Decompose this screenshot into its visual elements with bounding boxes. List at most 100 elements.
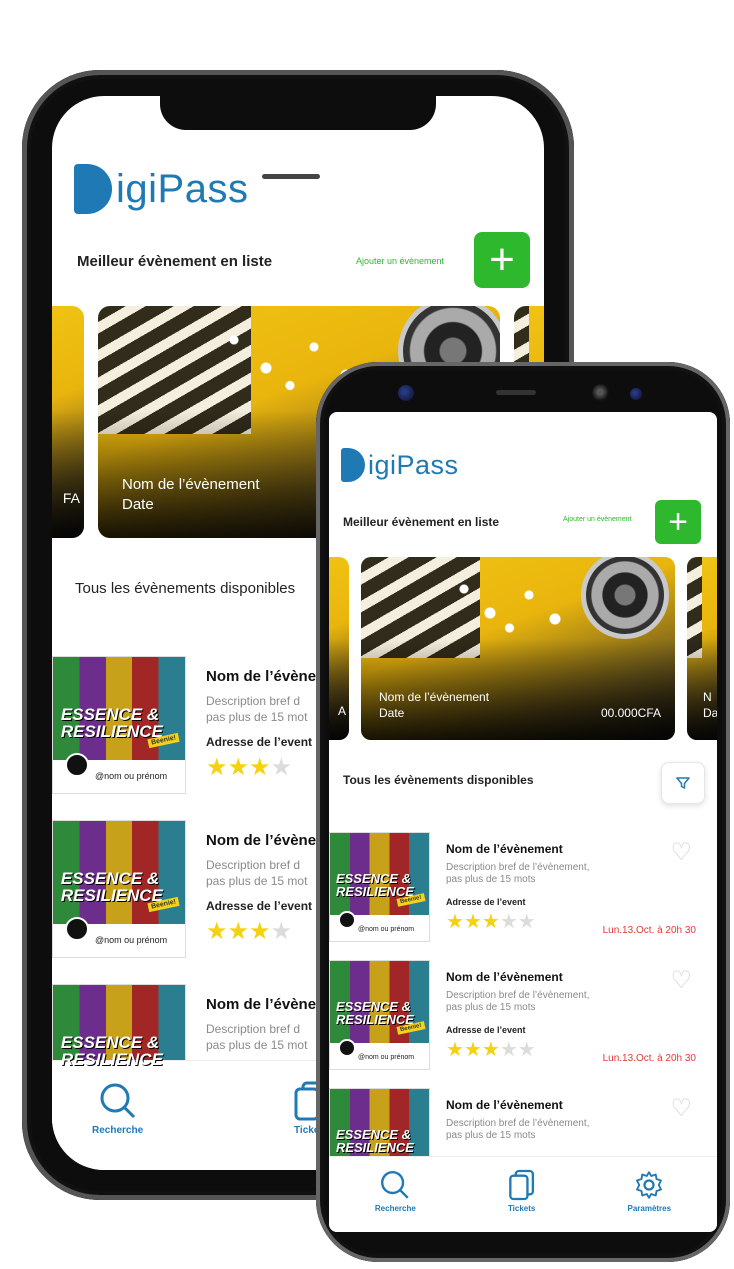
event-list[interactable]: ESSENCE & RESILIENCE Beenie! @nom ou prén… (52, 656, 316, 1122)
favorite-heart-icon[interactable]: ♡ (670, 838, 692, 867)
poster-user-handle: @nom ou prénom (95, 935, 168, 945)
rating-stars: ★ ★ ★ ★ (206, 753, 316, 782)
event-datetime: Lun.13.Oct. à 20h 30 (602, 1053, 696, 1064)
app-logo: igiPass (341, 448, 459, 482)
favorite-heart-icon[interactable]: ♡ (670, 1094, 692, 1123)
event-description-line1: Description bref d (206, 1022, 301, 1036)
featured-event-price: 00.000CFA (600, 706, 661, 720)
poster-user-handle: @nom ou prénom (358, 926, 415, 933)
nav-tickets[interactable]: Tickets (508, 1169, 536, 1232)
logo-text: igiPass (116, 166, 249, 211)
event-card[interactable]: ESSENCE & RESILIENCE Beenie! @nom ou prén… (329, 832, 717, 960)
nav-search-label: Recherche (374, 1204, 416, 1213)
add-event-button[interactable]: + (474, 232, 530, 288)
event-name: Nom de l’évène (206, 832, 317, 849)
star-icon: ★ (249, 918, 271, 945)
event-description-line2: pas plus de 15 mot (206, 710, 308, 724)
event-poster: ESSENCE & RESILIENCE Beenie! @nom ou prén… (329, 960, 430, 1070)
poster-avatar (338, 1039, 356, 1057)
speaker (262, 174, 320, 179)
speaker (496, 390, 536, 395)
event-description: Description bref de l’évènement, pas plu… (446, 990, 590, 1013)
featured-price-fragment: A (337, 704, 346, 718)
event-address: Adresse de l’event (206, 735, 313, 749)
featured-card-peek-left[interactable]: FA (52, 306, 84, 538)
gear-icon (636, 1171, 663, 1199)
add-event-button[interactable]: + (655, 500, 701, 544)
event-name: Nom de l’évènement (446, 1098, 563, 1112)
logo-d-mark (74, 164, 112, 214)
best-events-title: Meilleur évènement en liste (77, 253, 273, 270)
event-info: Nom de l’évènement Description bref de l… (446, 960, 696, 1088)
front-phone-screen: igiPass Meilleur évènement en liste Ajou… (329, 412, 717, 1232)
event-address: Adresse de l’event (446, 1025, 526, 1035)
event-info: Nom de l’évène Description bref d pas plu… (206, 656, 316, 820)
event-description-line2: pas plus de 15 mot (206, 1038, 308, 1052)
film-reel-image (581, 557, 669, 639)
featured-event-date: Date (379, 706, 405, 720)
favorite-heart-icon[interactable]: ♡ (670, 966, 692, 995)
event-info: Nom de l’évènement Description bref de l… (446, 832, 696, 960)
event-description-line1: Description bref d (206, 694, 301, 708)
event-card[interactable]: ESSENCE & RESILIENCE Beenie! @nom ou prén… (52, 656, 316, 820)
poster-avatar (65, 753, 89, 777)
featured-event-date-fragment: Da (703, 706, 717, 720)
front-camera-icon (592, 384, 610, 402)
nav-settings[interactable]: Paramètres (627, 1169, 671, 1232)
featured-carousel[interactable]: A Nom de l’évènement Date 00.000CFA N Da (329, 557, 717, 740)
filter-button[interactable] (661, 762, 705, 804)
star-icon: ★ (206, 918, 228, 945)
event-address: Adresse de l’event (446, 897, 526, 907)
featured-card-peek-right[interactable]: N Da (687, 557, 717, 740)
featured-card[interactable]: Nom de l’évènement Date 00.000CFA (361, 557, 675, 740)
star-icon: ★ (446, 911, 464, 933)
event-address: Adresse de l’event (206, 899, 313, 913)
popcorn-image (451, 577, 581, 637)
notch (160, 96, 436, 130)
star-icon: ★ (463, 911, 482, 933)
nav-search-label: Recherche (92, 1125, 144, 1136)
star-icon: ★ (227, 754, 250, 781)
logo-text: igiPass (368, 449, 459, 480)
add-event-link[interactable]: Ajouter un évènement (356, 256, 444, 266)
best-events-title: Meilleur évènement en liste (343, 515, 500, 529)
poster-user-handle: @nom ou prénom (358, 1054, 415, 1061)
star-icon: ★ (499, 1039, 518, 1061)
filter-icon (676, 777, 690, 789)
tickets-icon (508, 1169, 534, 1201)
bottom-nav: Recherche Tickets Paramètres (329, 1156, 717, 1232)
nav-search[interactable]: Recherche (375, 1169, 416, 1232)
featured-event-name-fragment: N (703, 690, 712, 704)
nav-search[interactable]: Recherche (92, 1081, 143, 1170)
event-name: Nom de l’évènement (446, 842, 563, 856)
poster-title-line2: RESILIENCE (60, 1049, 163, 1069)
rating-stars: ★ ★ ★ ★ (206, 917, 316, 946)
front-phone-frame: igiPass Meilleur évènement en liste Ajou… (316, 362, 730, 1262)
event-info: Nom de l’évène Description bref d pas plu… (206, 820, 316, 984)
featured-card-peek-left[interactable]: A (329, 557, 349, 740)
add-event-link[interactable]: Ajouter un évènement (563, 516, 632, 523)
event-description: Description bref de l’évènement, pas plu… (446, 1118, 590, 1141)
star-icon: ★ (270, 754, 293, 781)
poster-user-handle: @nom ou prénom (95, 771, 168, 781)
event-name: Nom de l’évènement (446, 970, 563, 984)
star-icon: ★ (249, 754, 271, 781)
all-events-title: Tous les évènements disponibles (343, 773, 534, 787)
event-card[interactable]: ESSENCE & RESILIENCE Beenie! @nom ou prén… (52, 820, 316, 984)
event-poster: ESSENCE & RESILIENCE Beenie! @nom ou prén… (52, 820, 186, 958)
search-icon (381, 1171, 410, 1199)
star-icon: ★ (517, 1039, 536, 1061)
featured-event-name: Nom de l’évènement (122, 476, 260, 493)
poster-avatar (65, 917, 89, 941)
event-list[interactable]: ESSENCE & RESILIENCE Beenie! @nom ou prén… (329, 832, 717, 1198)
star-icon: ★ (270, 918, 293, 945)
event-datetime: Lun.13.Oct. à 20h 30 (602, 925, 696, 936)
event-poster: ESSENCE & RESILIENCE Beenie! @nom ou prén… (52, 656, 186, 794)
star-icon: ★ (481, 1039, 500, 1061)
all-events-title: Tous les évènements disponibles (75, 580, 296, 597)
logo-d-mark (341, 448, 365, 482)
star-icon: ★ (227, 918, 250, 945)
event-card[interactable]: ESSENCE & RESILIENCE Beenie! @nom ou prén… (329, 960, 717, 1088)
star-icon: ★ (481, 911, 500, 933)
nav-tickets-label: Tickets (507, 1204, 536, 1213)
